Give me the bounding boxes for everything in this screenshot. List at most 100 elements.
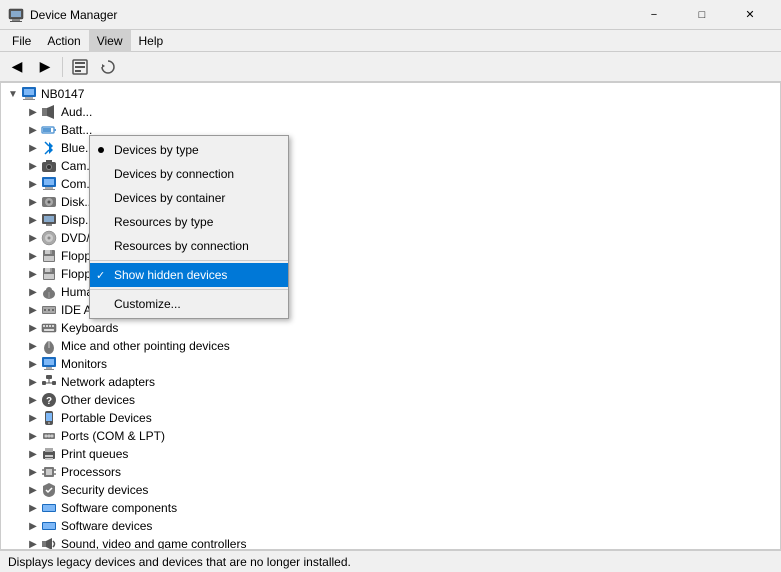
ports-icon <box>41 428 57 444</box>
tree-item-label: Batt... <box>61 123 92 137</box>
refresh-button[interactable] <box>95 55 121 79</box>
status-text: Displays legacy devices and devices that… <box>8 555 351 569</box>
bluetooth-icon <box>41 140 57 156</box>
tree-item-label: Monitors <box>61 357 107 371</box>
tree-item-label: Security devices <box>61 483 148 497</box>
list-item[interactable]: ▶ Software devices <box>1 517 780 535</box>
network-icon <box>41 374 57 390</box>
list-item[interactable]: ▶ Sound, video and game controllers <box>1 535 780 549</box>
camera-icon <box>41 158 57 174</box>
mouse-icon <box>41 338 57 354</box>
list-item[interactable]: ▶ ? Other devices <box>1 391 780 409</box>
tree-arrow: ▶ <box>25 464 41 480</box>
tree-arrow: ▶ <box>25 356 41 372</box>
other-icon: ? <box>41 392 57 408</box>
list-item[interactable]: ▶ Portable Devices <box>1 409 780 427</box>
menu-devices-by-connection[interactable]: Devices by connection <box>90 162 288 186</box>
display-icon <box>41 212 57 228</box>
forward-button[interactable]: ▶ <box>32 55 58 79</box>
floppy-icon <box>41 248 57 264</box>
tree-item-label: Network adapters <box>61 375 155 389</box>
dvd-icon <box>41 230 57 246</box>
list-item[interactable]: ▶ Network adapters <box>1 373 780 391</box>
portable-icon <box>41 410 57 426</box>
computer-icon <box>21 86 37 102</box>
tree-arrow: ▶ <box>25 104 41 120</box>
software-comp-icon <box>41 500 57 516</box>
tree-item-label: Portable Devices <box>61 411 152 425</box>
floppy-ctrl-icon <box>41 266 57 282</box>
tree-arrow: ▶ <box>25 230 41 246</box>
hid-icon <box>41 284 57 300</box>
main-area: ▼ NB0147 ▶ Aud... ▶ <box>0 82 781 550</box>
tree-root-label: NB0147 <box>41 87 84 101</box>
tree-arrow: ▶ <box>25 248 41 264</box>
list-item[interactable]: ▶ Monitors <box>1 355 780 373</box>
tree-arrow: ▶ <box>25 410 41 426</box>
back-button[interactable]: ◀ <box>4 55 30 79</box>
menu-show-hidden[interactable]: Show hidden devices <box>90 263 288 287</box>
keyboard-icon <box>41 320 57 336</box>
list-item[interactable]: ▶ Software components <box>1 499 780 517</box>
window-controls: − □ ✕ <box>631 0 773 30</box>
tree-item-label: Processors <box>61 465 121 479</box>
window-title: Device Manager <box>30 8 631 22</box>
tree-item-label: Software components <box>61 501 177 515</box>
tree-item-label: Other devices <box>61 393 135 407</box>
tree-arrow: ▶ <box>25 176 41 192</box>
menu-devices-by-container[interactable]: Devices by container <box>90 186 288 210</box>
maximize-button[interactable]: □ <box>679 0 725 30</box>
sound-icon <box>41 536 57 549</box>
menu-bar: File Action View Help <box>0 30 781 52</box>
list-item[interactable]: ▶ Keyboards <box>1 319 780 337</box>
list-item[interactable]: ▶ Aud... <box>1 103 780 121</box>
list-item[interactable]: ▶ Mice and other pointing devices <box>1 337 780 355</box>
close-button[interactable]: ✕ <box>727 0 773 30</box>
menu-separator-2 <box>90 289 288 290</box>
title-bar: Device Manager − □ ✕ <box>0 0 781 30</box>
list-item[interactable]: ▶ Print queues <box>1 445 780 463</box>
print-icon <box>41 446 57 462</box>
tree-arrow: ▶ <box>25 158 41 174</box>
disk-icon <box>41 194 57 210</box>
tree-arrow: ▶ <box>25 392 41 408</box>
svg-text:?: ? <box>46 396 52 407</box>
computer-icon <box>41 176 57 192</box>
menu-customize[interactable]: Customize... <box>90 292 288 316</box>
status-bar: Displays legacy devices and devices that… <box>0 550 781 572</box>
tree-arrow: ▶ <box>25 428 41 444</box>
menu-resources-by-type[interactable]: Resources by type <box>90 210 288 234</box>
ide-icon <box>41 302 57 318</box>
tree-arrow: ▶ <box>25 500 41 516</box>
menu-help[interactable]: Help <box>131 30 172 52</box>
tree-item-label: Ports (COM & LPT) <box>61 429 165 443</box>
tree-item-label: Sound, video and game controllers <box>61 537 246 549</box>
tree-root[interactable]: ▼ NB0147 <box>1 85 780 103</box>
tree-arrow: ▶ <box>25 338 41 354</box>
software-dev-icon <box>41 518 57 534</box>
properties-button[interactable] <box>67 55 93 79</box>
list-item[interactable]: ▶ Processors <box>1 463 780 481</box>
minimize-button[interactable]: − <box>631 0 677 30</box>
tree-arrow: ▶ <box>25 140 41 156</box>
menu-view[interactable]: View <box>89 30 131 52</box>
tree-item-label: Software devices <box>61 519 152 533</box>
tree-arrow: ▶ <box>25 266 41 282</box>
menu-resources-by-connection[interactable]: Resources by connection <box>90 234 288 258</box>
toolbar: ◀ ▶ <box>0 52 781 82</box>
tree-item-label: Print queues <box>61 447 128 461</box>
tree-arrow: ▶ <box>25 194 41 210</box>
monitor-icon <box>41 356 57 372</box>
menu-action[interactable]: Action <box>39 30 88 52</box>
list-item[interactable]: ▶ Ports (COM & LPT) <box>1 427 780 445</box>
tree-arrow: ▼ <box>5 86 21 102</box>
menu-file[interactable]: File <box>4 30 39 52</box>
list-item[interactable]: ▶ Security devices <box>1 481 780 499</box>
tree-arrow: ▶ <box>25 284 41 300</box>
tree-arrow: ▶ <box>25 320 41 336</box>
processor-icon <box>41 464 57 480</box>
menu-separator <box>90 260 288 261</box>
menu-devices-by-type[interactable]: Devices by type <box>90 138 288 162</box>
app-icon <box>8 7 24 23</box>
tree-arrow: ▶ <box>25 122 41 138</box>
